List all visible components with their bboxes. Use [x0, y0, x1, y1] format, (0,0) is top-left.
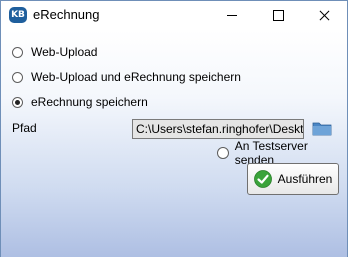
radio-button[interactable] — [12, 46, 23, 58]
radio-option-web-upload[interactable]: Web-Upload — [12, 44, 97, 60]
radio-label: Web-Upload und eRechnung speichern — [31, 70, 241, 84]
minimize-button[interactable] — [209, 1, 255, 30]
close-button[interactable] — [301, 1, 347, 30]
maximize-button[interactable] — [255, 1, 301, 30]
radio-button-selected[interactable] — [12, 96, 23, 108]
test-server-option[interactable]: An Testserver senden — [217, 139, 347, 167]
radio-label: Web-Upload — [31, 45, 98, 59]
test-server-checkbox[interactable] — [217, 147, 229, 159]
maximize-icon — [273, 10, 284, 21]
checkmark-icon — [253, 170, 272, 188]
execute-button-label: Ausführen — [277, 172, 333, 186]
app-window: KB eRechnung Web-Upload Web-Upload und e… — [0, 0, 348, 257]
radio-button[interactable] — [12, 71, 23, 83]
path-input[interactable]: C:\Users\stefan.ringhofer\Desktop — [132, 119, 304, 139]
path-label: Pfad — [12, 121, 37, 135]
radio-label: eRechnung speichern — [31, 95, 148, 109]
minimize-icon — [227, 15, 237, 16]
execute-button[interactable]: Ausführen — [247, 163, 339, 195]
radio-option-save[interactable]: eRechnung speichern — [12, 94, 148, 110]
title-bar[interactable]: KB eRechnung — [1, 1, 347, 30]
window-title: eRechnung — [33, 7, 100, 22]
app-icon: KB — [9, 7, 27, 23]
main-panel: Web-Upload Web-Upload und eRechnung spei… — [1, 30, 347, 257]
radio-option-web-upload-and-save[interactable]: Web-Upload und eRechnung speichern — [12, 69, 241, 85]
folder-icon[interactable] — [312, 120, 332, 136]
